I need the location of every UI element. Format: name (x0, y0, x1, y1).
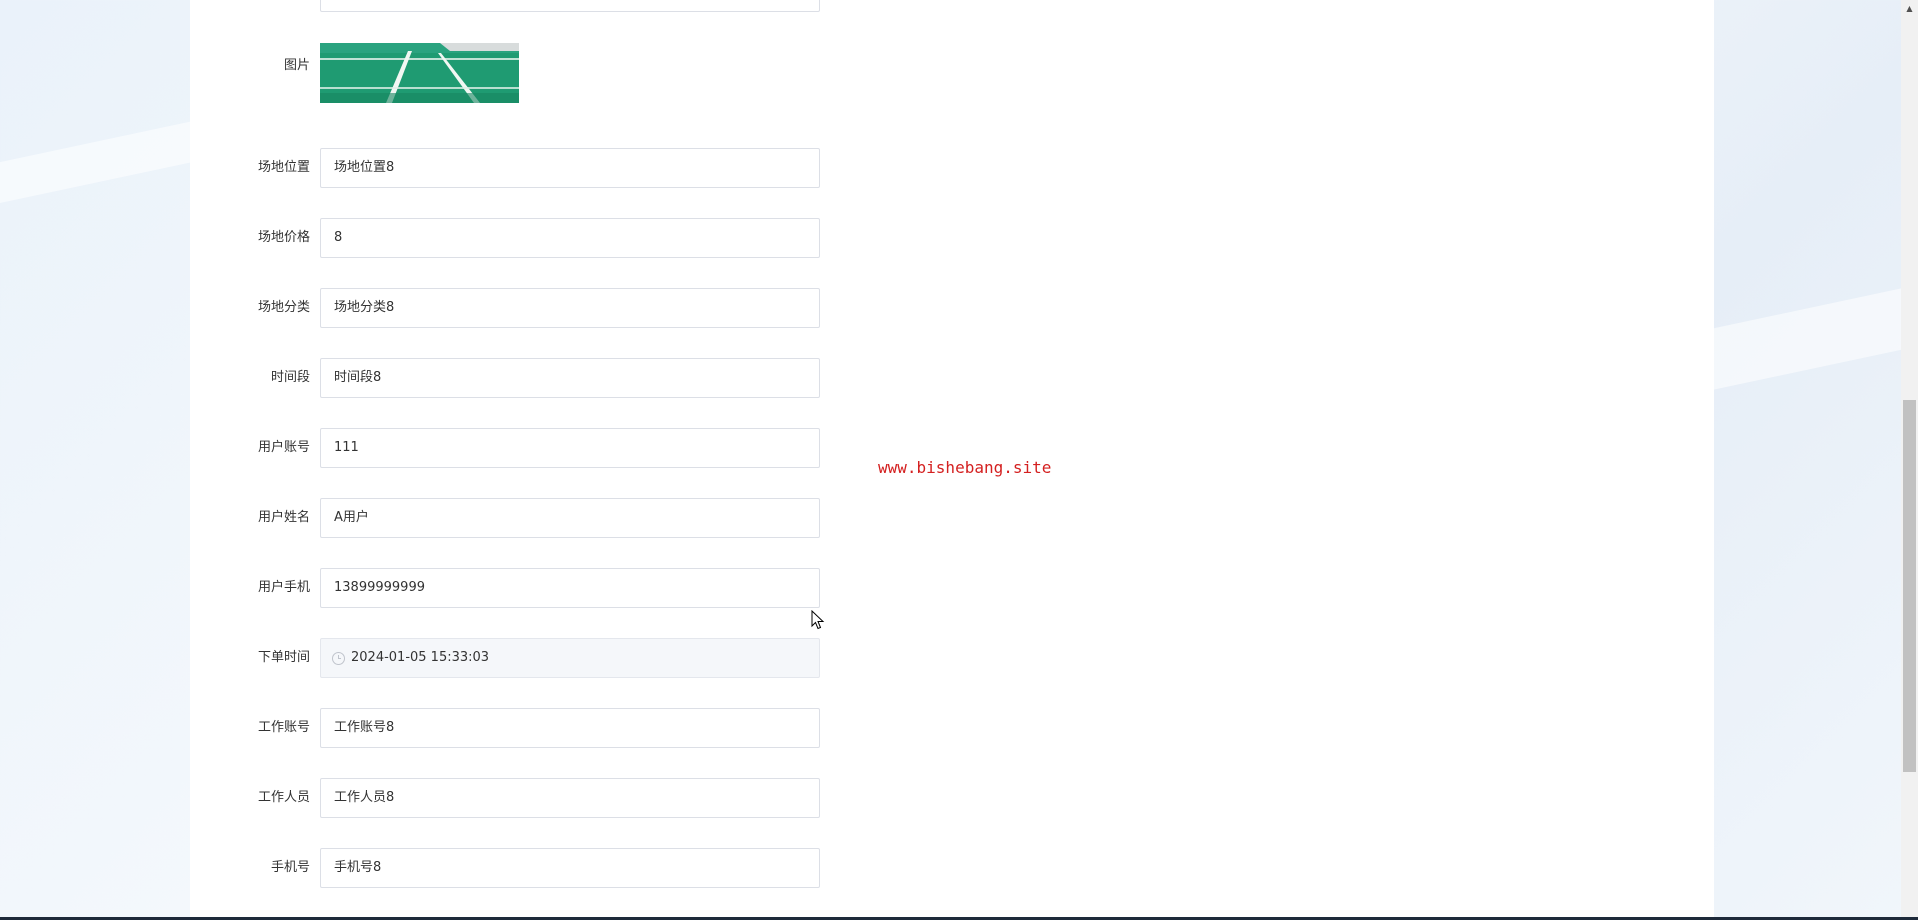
field-input[interactable]: 手机号8 (320, 848, 820, 888)
mouse-cursor-icon (811, 609, 825, 634)
field-value: 8 (334, 230, 343, 245)
clock-icon (332, 652, 345, 665)
form-row: 场地分类 场地分类8 (190, 288, 830, 328)
form-row: 用户手机 13899999999 (190, 568, 830, 608)
field-label: 工作人员 (257, 790, 310, 805)
form-row: 下单时间 2024-01-05 15:33:03 (190, 638, 830, 678)
field-value: 场地分类8 (334, 300, 395, 315)
field-input[interactable]: 场地分类8 (320, 288, 820, 328)
field-label: 时间段 (270, 370, 310, 385)
field-value: 13899999999 (334, 580, 425, 595)
field-input[interactable]: 2024-01-05 15:33:03 (320, 638, 820, 678)
form-row: 手机号 手机号8 (190, 848, 830, 888)
field-value: 工作账号8 (334, 720, 395, 735)
field-input[interactable]: 工作人员8 (320, 778, 820, 818)
field-label: 用户账号 (257, 440, 310, 455)
field-label: 用户姓名 (257, 510, 310, 525)
form-row: 工作账号 工作账号8 (190, 708, 830, 748)
field-label: 场地价格 (257, 230, 310, 245)
form-row: 场地位置 场地位置8 (190, 148, 830, 188)
watermark-text: www.bishebang.site (878, 458, 1052, 477)
scroll-up-arrow-icon[interactable]: ▲ (1901, 0, 1918, 17)
field-input[interactable]: 13899999999 (320, 568, 820, 608)
image-label: 图片 (283, 58, 310, 73)
scrollbar-thumb[interactable] (1903, 400, 1916, 772)
field-input[interactable]: 场地位置8 (320, 148, 820, 188)
form-row: 场地价格 8 (190, 218, 830, 258)
field-label: 工作账号 (257, 720, 310, 735)
field-value: 场地位置8 (334, 160, 395, 175)
form-row: 时间段 时间段8 (190, 358, 830, 398)
scrollbar[interactable]: ▲ (1901, 0, 1918, 918)
field-label: 用户手机 (257, 580, 310, 595)
field-input[interactable]: A用户 (320, 498, 820, 538)
field-input[interactable]: 工作账号8 (320, 708, 820, 748)
field-value: 工作人员8 (334, 790, 395, 805)
field-input[interactable]: 时间段8 (320, 358, 820, 398)
field-label: 手机号 (270, 860, 310, 875)
previous-field-input[interactable] (320, 0, 820, 12)
form-row: 用户账号 111 (190, 428, 830, 468)
field-value: A用户 (334, 510, 369, 525)
court-image[interactable] (320, 43, 519, 103)
field-value: 手机号8 (334, 860, 382, 875)
field-label: 场地分类 (257, 300, 310, 315)
field-label: 场地位置 (257, 160, 310, 175)
field-input[interactable]: 111 (320, 428, 820, 468)
field-input[interactable]: 8 (320, 218, 820, 258)
field-label: 下单时间 (257, 650, 310, 665)
form-row: 工作人员 工作人员8 (190, 778, 830, 818)
field-value: 时间段8 (334, 370, 382, 385)
field-value: 2024-01-05 15:33:03 (351, 650, 490, 665)
form-row: 用户姓名 A用户 (190, 498, 830, 538)
field-value: 111 (334, 440, 359, 455)
